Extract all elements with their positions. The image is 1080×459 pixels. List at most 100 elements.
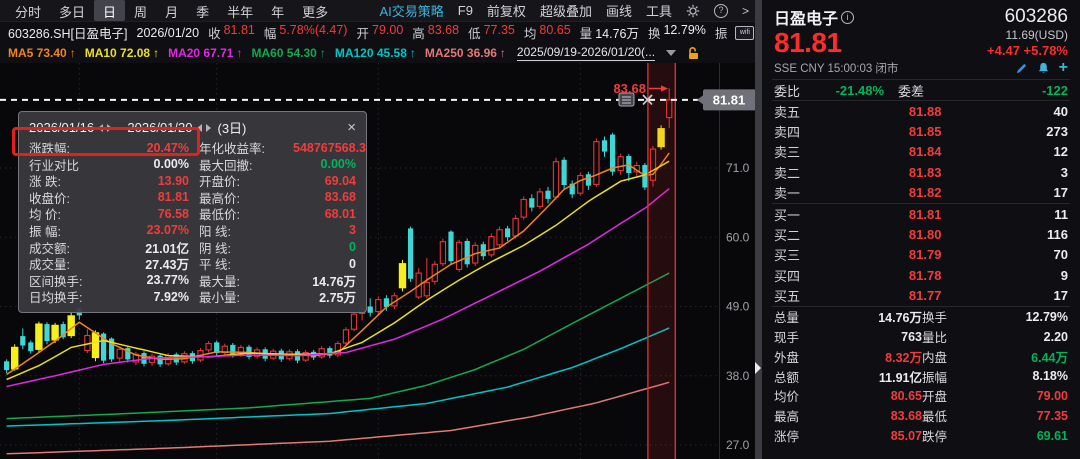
popup-stat-value: 23.77% <box>146 273 189 288</box>
level-price: 81.84 <box>908 144 942 160</box>
tab-多日[interactable]: 多日 <box>50 0 94 21</box>
toolbar-button-前复权[interactable]: 前复权 <box>487 1 526 20</box>
popup-stat-row: 成交量: 27.43万平 线: 0 <box>29 254 356 273</box>
ask-row[interactable]: 卖四 81.85 273 <box>762 121 1080 141</box>
level-price: 81.77 <box>908 288 942 304</box>
chevron-right-icon[interactable]: > <box>742 4 749 18</box>
stat-value: 69.61 <box>1036 428 1068 443</box>
level-label: 买一 <box>774 207 801 223</box>
stock-code-label: 603286.SH[日盈电子] <box>8 27 128 41</box>
gear-icon[interactable] <box>686 4 700 18</box>
level-price: 81.78 <box>908 267 942 283</box>
popup-stat-row: 日均换手: 7.92% 最小量: 2.75万 <box>29 287 356 306</box>
level-volume: 12 <box>1053 144 1068 160</box>
edit-icon[interactable] <box>1015 62 1028 75</box>
stat-row: 总额 11.91亿 振幅 8.18% <box>762 366 1080 386</box>
ask-levels: 卖五 81.88 40 卖四 81.85 273 卖三 81.84 12 卖二 81.83 3 卖一 81… <box>762 101 1080 203</box>
cast-screen-icon[interactable]: wifi <box>735 25 755 40</box>
tab-半年[interactable]: 半年 <box>218 0 262 21</box>
stat-row: 外盘 8.32万 内盘 6.44万 <box>762 347 1080 367</box>
bid-row[interactable]: 买二 81.80 116 <box>762 224 1080 244</box>
collapse-panel-icon[interactable] <box>755 362 761 374</box>
field-均: 均 80.65 <box>524 23 571 42</box>
stat-label: 现手 <box>774 331 800 346</box>
ask-row[interactable]: 卖五 81.88 40 <box>762 101 1080 121</box>
ma-value-MA120: MA120 45.58 ↑ <box>335 46 416 60</box>
svg-text:49.0: 49.0 <box>726 300 750 314</box>
ask-row[interactable]: 卖三 81.84 12 <box>762 142 1080 162</box>
field-label: 量 <box>579 27 593 41</box>
range-span-days: (3日) <box>217 121 247 136</box>
bid-row[interactable]: 买一 81.81 11 <box>762 204 1080 224</box>
toolbar-button-画线[interactable]: 画线 <box>606 1 632 20</box>
candlestick-chart[interactable]: 71.0 60.0 49.0 38.0 27.0 83.68 81.81 2026/01/1… <box>0 63 755 459</box>
field-label: 振 <box>714 27 728 41</box>
level-volume: 3 <box>1060 164 1068 180</box>
add-icon[interactable]: + <box>1059 60 1068 76</box>
stat-label: 均价 <box>774 390 800 405</box>
toolbar-button-AI交易策略[interactable]: AI交易策略 <box>379 1 443 20</box>
range-stats-rows: 涨跌幅: 20.47% 年化收益率: 548767568.3 行业对比 0.00% 最大回撤… <box>29 138 366 306</box>
close-icon[interactable]: × <box>347 120 356 135</box>
tab-月[interactable]: 月 <box>156 0 187 21</box>
up-arrow-icon: ↑ <box>236 46 243 60</box>
stat-label: 振幅 <box>922 370 948 385</box>
stat-label: 量比 <box>922 331 948 346</box>
period-toolbar: 分时 多日日周月季半年年更多 AI交易策略 F9 前复权 超级叠加 画线 工具? > <box>0 0 755 22</box>
stat-value: 8.32万 <box>885 350 922 365</box>
tab-季[interactable]: 季 <box>187 0 218 21</box>
popup-stat-row: 行业对比 0.00% 最大回撤: 0.00% <box>29 155 356 173</box>
stat-row: 均价 80.65 开盘 79.00 <box>762 386 1080 406</box>
chart-section: 分时 多日日周月季半年年更多 AI交易策略 F9 前复权 超级叠加 画线 工具? > 6032… <box>0 0 755 459</box>
field-label: 均 <box>523 27 537 41</box>
svg-text:38.0: 38.0 <box>726 369 750 383</box>
bid-row[interactable]: 买三 81.79 70 <box>762 245 1080 265</box>
level-volume: 17 <box>1053 288 1068 304</box>
stat-value: 763 <box>901 329 922 344</box>
field-换: 换 12.79% <box>648 23 706 42</box>
level-price: 81.79 <box>908 247 942 263</box>
bid-row[interactable]: 买五 81.77 17 <box>762 286 1080 306</box>
field-value: 77.35 <box>483 23 515 37</box>
level-label: 卖一 <box>774 186 801 202</box>
toolbar-button-工具[interactable]: 工具 <box>646 1 672 20</box>
tab-更多[interactable]: 更多 <box>293 0 337 21</box>
tab-年[interactable]: 年 <box>262 0 293 21</box>
popup-stat-value: 83.68 <box>324 190 356 205</box>
stock-app-window: 分时 多日日周月季半年年更多 AI交易策略 F9 前复权 超级叠加 画线 工具? > 6032… <box>0 0 1080 459</box>
ask-row[interactable]: 卖二 81.83 3 <box>762 162 1080 182</box>
ma-label: MA20 67.71 <box>168 46 234 60</box>
stat-label: 换手 <box>922 311 948 326</box>
stat-label: 开盘 <box>922 390 948 405</box>
stat-value: 85.07 <box>890 428 922 443</box>
tab-周[interactable]: 周 <box>125 0 156 21</box>
ma-label: MA250 36.96 <box>424 46 497 60</box>
level-label: 卖四 <box>774 125 801 141</box>
stat-label: 总量 <box>774 311 800 326</box>
toolbar-button-超级叠加[interactable]: 超级叠加 <box>540 1 592 20</box>
level-volume: 17 <box>1053 185 1068 201</box>
range-end-next-icon[interactable] <box>205 123 211 132</box>
level-volume: 11 <box>1054 206 1068 222</box>
date-range-selector[interactable]: 2025/09/19-2026/01/20(... <box>516 45 656 61</box>
bid-row[interactable]: 买四 81.78 9 <box>762 265 1080 285</box>
help-icon[interactable]: ? <box>713 3 728 18</box>
tab-分时[interactable]: 分时 <box>6 0 50 21</box>
field-value: 81.81 <box>223 23 255 37</box>
stat-value: 83.68 <box>890 408 922 423</box>
unlock-icon[interactable] <box>687 46 700 60</box>
panel-divider[interactable] <box>755 0 762 459</box>
ma-value-MA20: MA20 67.71 ↑ <box>168 46 242 60</box>
level-label: 买五 <box>774 289 801 305</box>
stat-value: 6.44万 <box>1031 350 1068 365</box>
quote-date: 2026/01/20 <box>136 25 200 40</box>
bell-icon[interactable] <box>1037 62 1050 75</box>
info-icon[interactable]: i <box>841 10 855 24</box>
stat-label: 最低 <box>922 410 948 425</box>
toolbar-button-F9[interactable]: F9 <box>458 3 473 18</box>
tab-日[interactable]: 日 <box>94 0 126 21</box>
chevron-down-icon[interactable] <box>666 50 677 56</box>
ask-row[interactable]: 卖一 81.82 17 <box>762 183 1080 203</box>
field-label: 收 <box>208 27 221 41</box>
price-change: +4.47 +5.78% <box>987 42 1068 58</box>
